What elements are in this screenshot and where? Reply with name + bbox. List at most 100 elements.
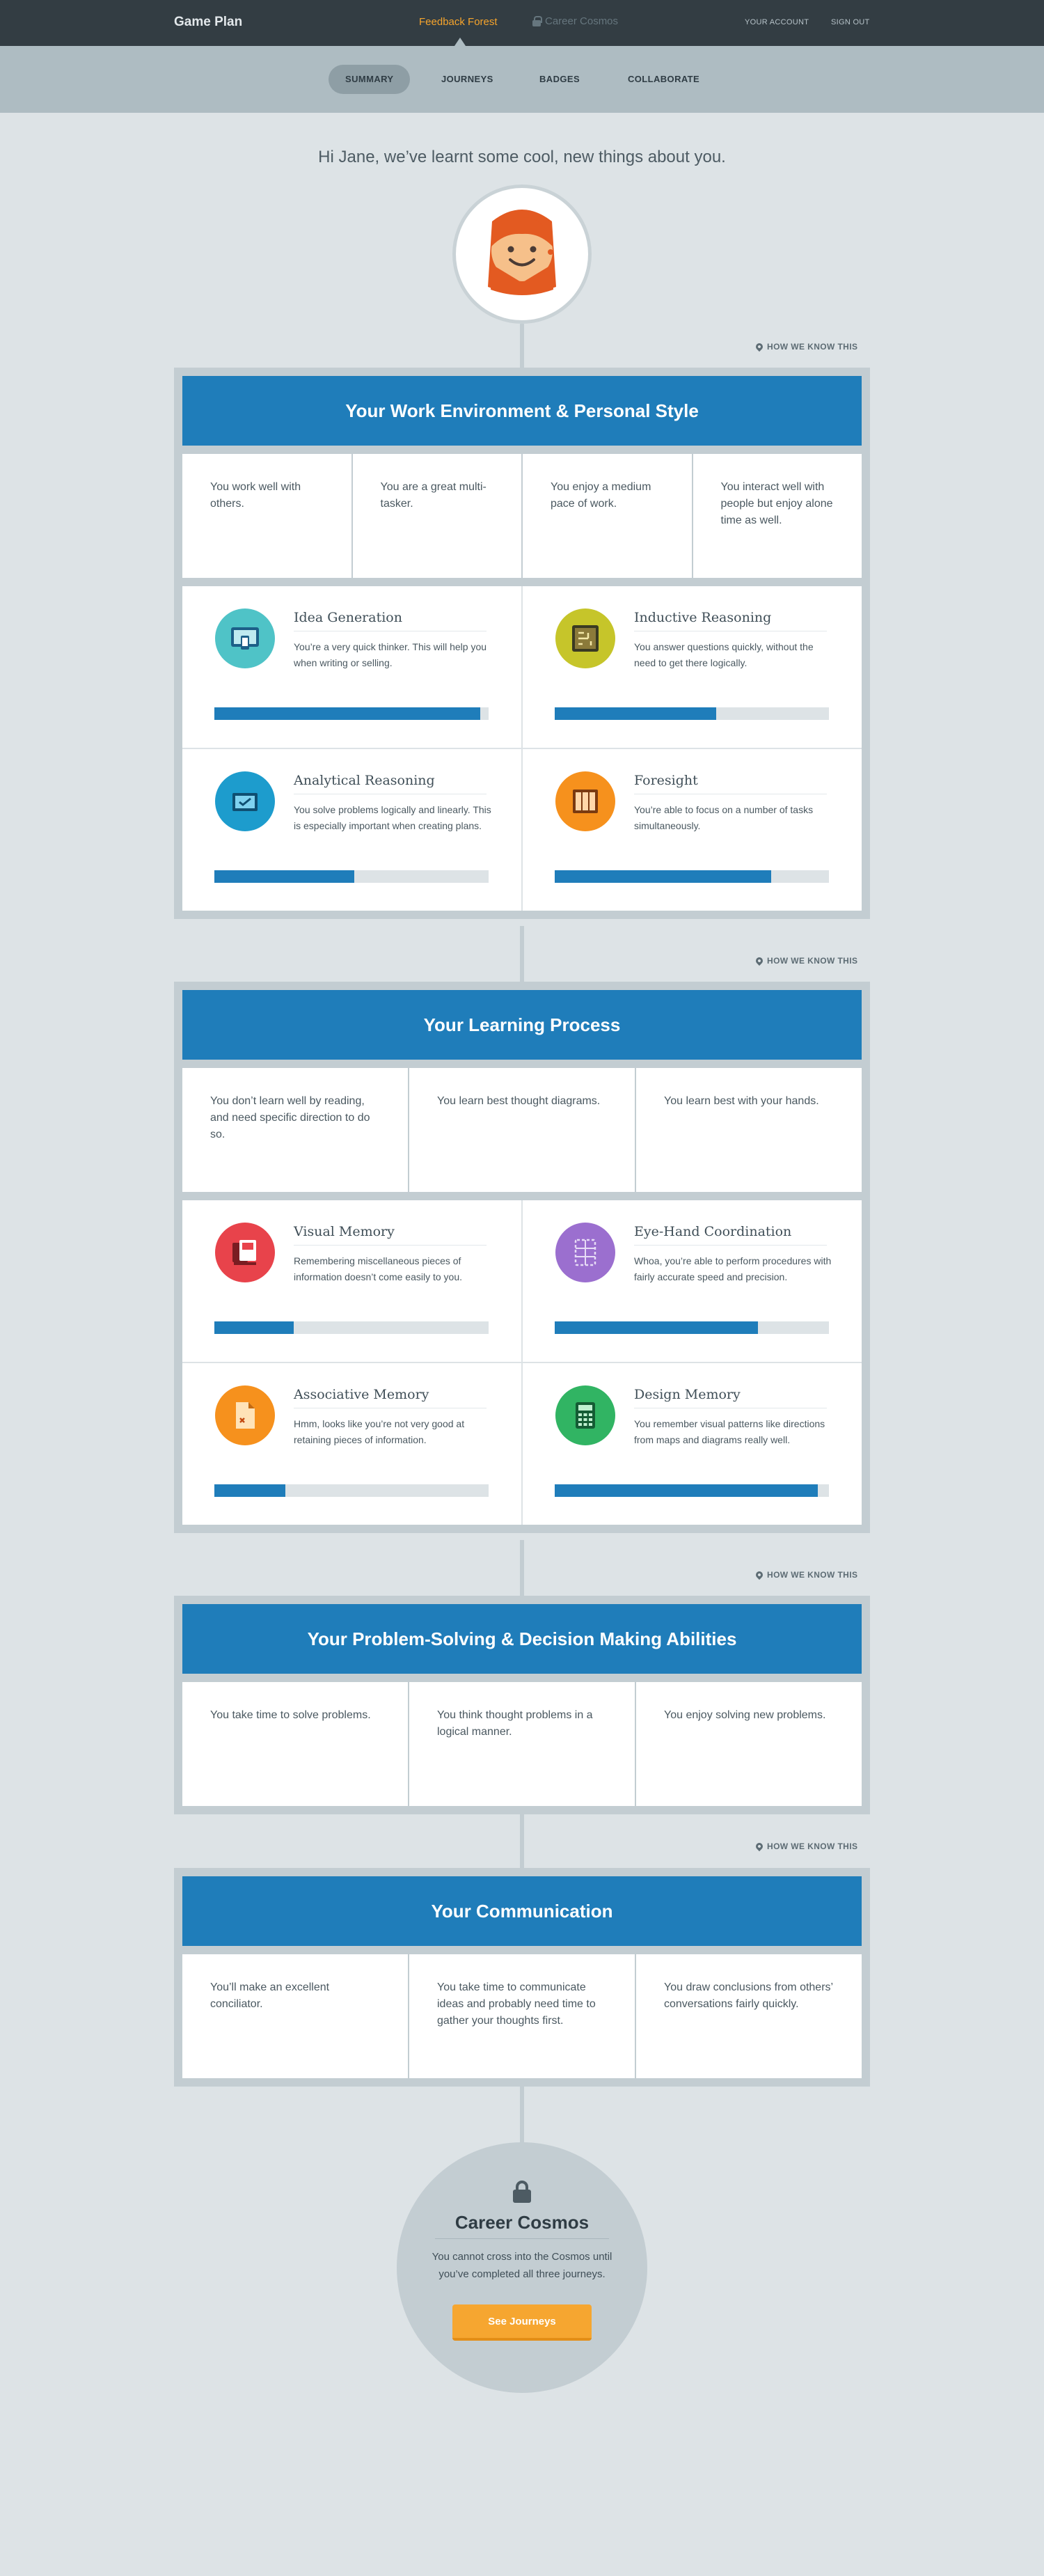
skill-progress-bar: [214, 1484, 489, 1497]
nav-feedback-forest[interactable]: Feedback Forest: [419, 16, 498, 28]
location-pin-icon: [754, 1569, 765, 1580]
tab-collaborate[interactable]: COLLABORATE: [628, 65, 699, 94]
trait-card: You are a great multi-tasker.: [352, 454, 521, 578]
section-problem-solving: Your Problem-Solving & Decision Making A…: [174, 1596, 870, 1814]
skill-progress-bar: [214, 1321, 489, 1334]
nav-career-cosmos-label: Career Cosmos: [545, 15, 619, 27]
skill-description: You’re a very quick thinker. This will h…: [294, 641, 487, 668]
skill-card: Eye-Hand Coordination Whoa, you’re able …: [523, 1200, 862, 1362]
skill-card: Inductive Reasoning You answer questions…: [523, 586, 862, 748]
skill-card: Analytical Reasoning You solve problems …: [182, 749, 521, 911]
skill-title: Inductive Reasoning: [634, 610, 772, 625]
how-we-know-link[interactable]: HOW WE KNOW THIS: [754, 1569, 857, 1580]
trait-card: You draw conclusions from others’ conver…: [636, 1954, 862, 2078]
trait-row: You work well with others. You are a gre…: [182, 454, 862, 578]
location-pin-icon: [754, 341, 765, 352]
skill-progress-fill: [555, 1321, 758, 1334]
calculator-icon: [576, 1402, 595, 1429]
skill-progress-bar: [214, 707, 489, 720]
trait-card: You enjoy a medium pace of work.: [523, 454, 692, 578]
section-learning-process: Your Learning Process You don’t learn we…: [174, 982, 870, 1533]
trait-card: You learn best with your hands.: [636, 1068, 862, 1192]
skill-description: Remembering miscellaneous pieces of info…: [294, 1255, 463, 1282]
folder-icon: [232, 793, 258, 811]
career-cosmos-panel: Career Cosmos You cannot cross into the …: [397, 2142, 647, 2393]
lock-icon: [513, 2181, 531, 2203]
divider: [435, 2238, 609, 2239]
trait-card: You learn best thought diagrams.: [409, 1068, 635, 1192]
skill-icon-circle: [555, 1223, 615, 1282]
trait-row: You don’t learn well by reading, and nee…: [182, 1068, 862, 1192]
skill-grid: Visual Memory Remembering miscellaneous …: [182, 1200, 862, 1525]
sub-nav: SUMMARY JOURNEYS BADGES COLLABORATE: [0, 46, 1044, 113]
skill-description: Hmm, looks like you’re not very good at …: [294, 1418, 465, 1445]
skill-description: You solve problems logically and linearl…: [294, 804, 491, 831]
skill-icon-circle: [215, 608, 275, 668]
skill-icon-circle: [555, 608, 615, 668]
divider: [294, 1245, 487, 1246]
skill-description: You’re able to focus on a number of task…: [634, 804, 814, 831]
skill-title: Visual Memory: [294, 1224, 395, 1239]
skill-progress-fill: [555, 707, 717, 720]
section-title: Your Learning Process: [182, 990, 862, 1060]
skill-progress-fill: [555, 870, 772, 883]
skill-title: Foresight: [634, 773, 698, 788]
section-communication: Your Communication You’ll make an excell…: [174, 1868, 870, 2087]
cosmos-title: Career Cosmos: [454, 2212, 590, 2233]
trait-card: You enjoy solving new problems.: [636, 1682, 862, 1806]
tab-badges[interactable]: BADGES: [539, 65, 580, 94]
timeline-connector: [520, 1540, 524, 1599]
skill-progress-bar: [555, 1484, 829, 1497]
how-we-know-label: HOW WE KNOW THIS: [767, 342, 858, 352]
tab-journeys[interactable]: JOURNEYS: [441, 65, 493, 94]
timeline-connector: [520, 1814, 524, 1871]
timeline-connector: [520, 926, 524, 983]
tab-summary[interactable]: SUMMARY: [329, 65, 411, 94]
skill-icon-circle: [555, 1385, 615, 1445]
board-icon: [572, 625, 599, 652]
how-we-know-label: HOW WE KNOW THIS: [767, 1841, 858, 1851]
skill-progress-fill: [214, 707, 481, 720]
skill-icon-circle: [555, 771, 615, 831]
sign-out-link[interactable]: SIGN OUT: [831, 18, 870, 26]
trait-row: You’ll make an excellent conciliator. Yo…: [182, 1954, 862, 2078]
skill-progress-bar: [555, 870, 829, 883]
skill-card: Visual Memory Remembering miscellaneous …: [182, 1200, 521, 1362]
document-icon: [236, 1402, 255, 1429]
how-we-know-link[interactable]: HOW WE KNOW THIS: [754, 341, 858, 352]
your-account-link[interactable]: YOUR ACCOUNT: [745, 18, 809, 26]
brand-logo[interactable]: Game Plan: [174, 15, 242, 30]
active-nav-caret-icon: [454, 38, 466, 46]
how-we-know-label: HOW WE KNOW THIS: [767, 956, 858, 966]
how-we-know-link[interactable]: HOW WE KNOW THIS: [754, 1841, 858, 1852]
screen-icon: [231, 627, 259, 650]
trait-card: You’ll make an excellent conciliator.: [182, 1954, 408, 2078]
lock-icon: [532, 16, 542, 26]
skill-progress-bar: [555, 1321, 829, 1334]
trait-card: You think thought problems in a logical …: [409, 1682, 635, 1806]
location-pin-icon: [754, 1841, 765, 1852]
section-title: Your Work Environment & Personal Style: [182, 376, 862, 446]
grid-icon: [574, 1239, 596, 1266]
skill-grid: Idea Generation You’re a very quick thin…: [182, 586, 862, 911]
skill-title: Idea Generation: [294, 610, 402, 625]
skill-progress-bar: [555, 707, 829, 720]
cosmos-description: You cannot cross into the Cosmos until y…: [432, 2251, 612, 2280]
skill-icon-circle: [215, 771, 275, 831]
avatar[interactable]: [452, 184, 592, 324]
how-we-know-link[interactable]: HOW WE KNOW THIS: [754, 955, 858, 966]
trait-card: You take time to communicate ideas and p…: [409, 1954, 635, 2078]
trait-row: You take time to solve problems. You thi…: [182, 1682, 862, 1806]
skill-progress-fill: [214, 1484, 286, 1497]
skill-title: Design Memory: [634, 1387, 741, 1402]
skill-card: Foresight You’re able to focus on a numb…: [523, 749, 862, 911]
trait-card: You take time to solve problems.: [182, 1682, 408, 1806]
skill-card: Design Memory You remember visual patter…: [523, 1363, 862, 1525]
nav-career-cosmos: Career Cosmos: [532, 15, 618, 27]
skill-card: Idea Generation You’re a very quick thin…: [182, 586, 521, 748]
skill-progress-fill: [214, 870, 354, 883]
skill-progress-bar: [214, 870, 489, 883]
see-journeys-button[interactable]: See Journeys: [452, 2304, 592, 2341]
top-bar: Game Plan Feedback Forest Career Cosmos …: [0, 0, 1044, 46]
greeting: Hi Jane, we’ve learnt some cool, new thi…: [318, 148, 726, 166]
